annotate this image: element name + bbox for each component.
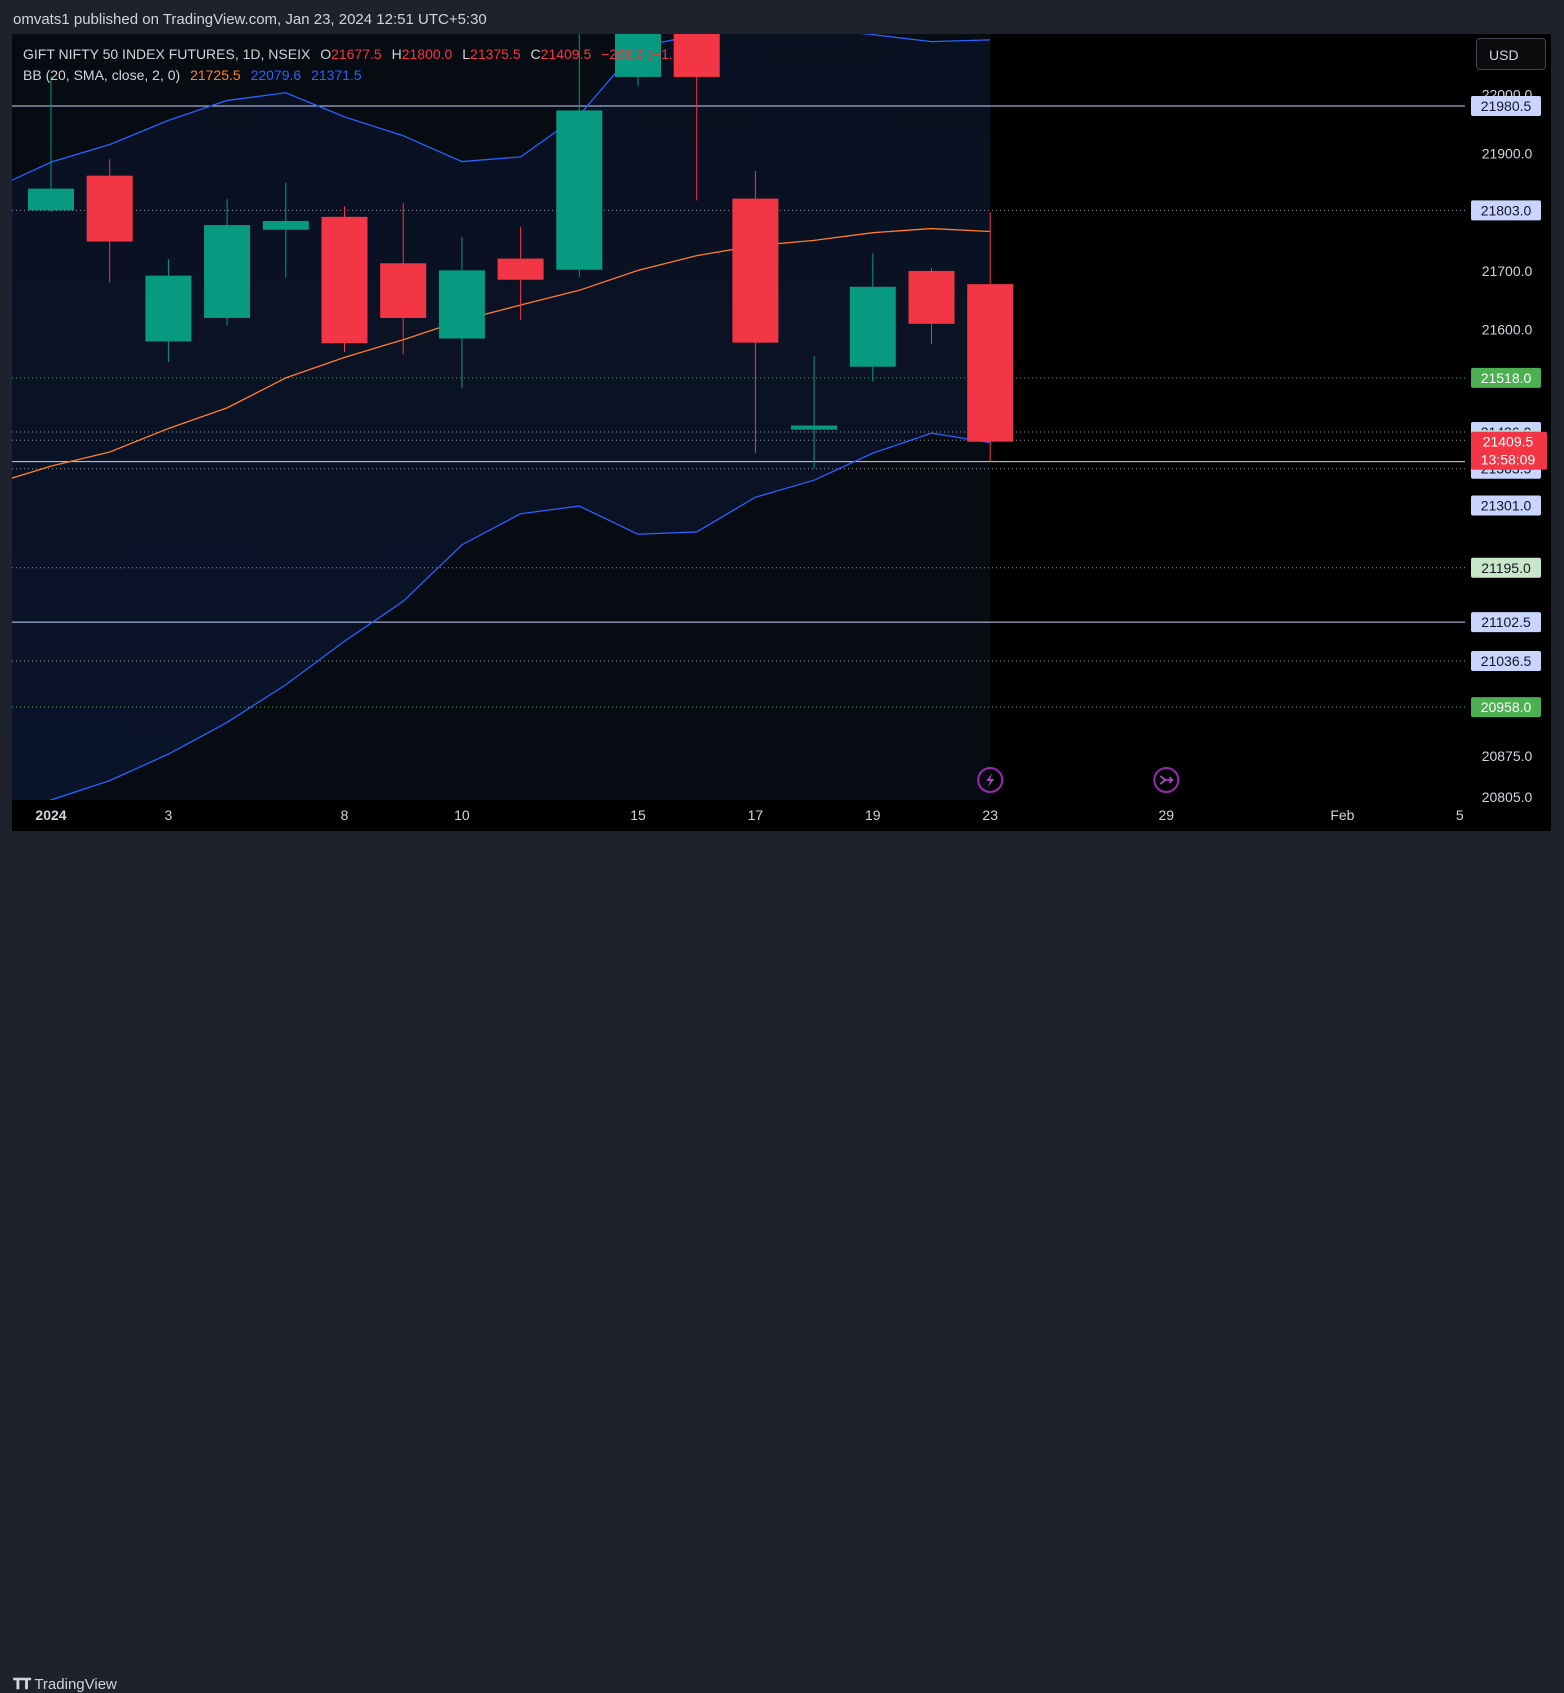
close-label: C bbox=[530, 46, 541, 62]
bar-countdown: 13:58:09 bbox=[1481, 452, 1536, 468]
currency-button[interactable]: USD bbox=[1476, 38, 1546, 70]
price-label-text: 21980.5 bbox=[1481, 98, 1532, 114]
price-label-text: 21036.5 bbox=[1481, 653, 1532, 669]
x-tick-label: 29 bbox=[1159, 807, 1175, 823]
price-chart[interactable]: 22000.021900.021700.021600.020875.020805… bbox=[0, 0, 1564, 876]
split-event-icon[interactable] bbox=[1153, 767, 1180, 793]
candle-body bbox=[380, 263, 427, 318]
chart-legend: GIFT NIFTY 50 INDEX FUTURES, 1D, NSEIX O… bbox=[23, 44, 705, 86]
x-tick-label: 8 bbox=[341, 807, 349, 823]
candle-body bbox=[145, 275, 192, 342]
symbol-name: GIFT NIFTY 50 INDEX FUTURES, 1D, NSEIX bbox=[23, 46, 311, 62]
high-value: 21800.0 bbox=[401, 46, 453, 62]
y-tick-label: 20875.0 bbox=[1482, 748, 1533, 764]
x-tick-label: 2024 bbox=[35, 807, 66, 823]
candle-body bbox=[967, 284, 1014, 442]
price-label-text: 21195.0 bbox=[1481, 560, 1531, 576]
candle[interactable] bbox=[321, 206, 368, 353]
x-tick-label: 3 bbox=[165, 807, 173, 823]
y-tick-label: 21600.0 bbox=[1482, 322, 1533, 338]
price-label: 21102.5 bbox=[1471, 612, 1541, 633]
bb-indicator-label: BB (20, SMA, close, 2, 0) bbox=[23, 67, 181, 83]
candle-body bbox=[791, 425, 838, 430]
split-glyph bbox=[1159, 775, 1174, 785]
y-tick-label: 21900.0 bbox=[1482, 145, 1533, 161]
legend-symbol-row: GIFT NIFTY 50 INDEX FUTURES, 1D, NSEIX O… bbox=[23, 44, 705, 65]
last-price-value: 21409.5 bbox=[1483, 434, 1534, 450]
price-label: 21036.5 bbox=[1471, 650, 1541, 671]
x-tick-label: 15 bbox=[630, 807, 646, 823]
price-label: 21301.0 bbox=[1471, 495, 1541, 516]
price-label-text: 21301.0 bbox=[1481, 497, 1532, 513]
candle-body bbox=[28, 188, 74, 211]
price-label-text: 21102.5 bbox=[1481, 614, 1531, 630]
price-label: 21518.0 bbox=[1471, 367, 1541, 388]
candle-body bbox=[849, 286, 896, 367]
candle-body bbox=[908, 270, 955, 324]
y-tick-label: 20805.0 bbox=[1482, 789, 1533, 805]
price-label: 21803.0 bbox=[1471, 200, 1541, 221]
candle-body bbox=[497, 258, 544, 280]
last-price-label: 21409.5 13:58:09 bbox=[1471, 431, 1547, 470]
x-tick-label: 23 bbox=[982, 807, 998, 823]
price-label: 21980.5 bbox=[1471, 96, 1541, 117]
x-tick-label: Feb bbox=[1330, 807, 1354, 823]
change-value: −268.0 (−1.24%) bbox=[601, 46, 706, 62]
open-value: 21677.5 bbox=[331, 46, 382, 62]
candle-body bbox=[262, 220, 309, 230]
tradingview-logo[interactable]: 𝐓𝐓 TradingView bbox=[13, 1676, 117, 1693]
low-label: L bbox=[462, 46, 471, 62]
footer-bar: 𝐓𝐓 TradingView bbox=[0, 831, 1564, 1693]
x-tick-label: 19 bbox=[865, 807, 881, 823]
price-label-text: 20958.0 bbox=[1481, 699, 1532, 715]
price-label: 21195.0 bbox=[1471, 557, 1541, 578]
price-label-text: 21803.0 bbox=[1481, 202, 1532, 218]
tradingview-logo-text: TradingView bbox=[34, 1676, 117, 1693]
y-tick-label: 21700.0 bbox=[1482, 263, 1533, 279]
x-tick-label: 10 bbox=[454, 807, 470, 823]
bb-lower-value: 21371.5 bbox=[311, 67, 362, 83]
tradingview-logo-icon: 𝐓𝐓 bbox=[13, 1676, 31, 1693]
candle-body bbox=[204, 225, 251, 318]
price-label-text: 21518.0 bbox=[1481, 370, 1532, 386]
x-tick-label: 5 bbox=[1456, 807, 1464, 823]
candle-body bbox=[438, 270, 485, 339]
close-value: 21409.5 bbox=[540, 46, 592, 62]
candle-body bbox=[556, 110, 603, 270]
bb-upper-value: 22079.6 bbox=[250, 67, 302, 83]
price-label: 20958.0 bbox=[1471, 697, 1541, 718]
bb-basis-value: 21725.5 bbox=[190, 67, 241, 83]
x-tick-label: 17 bbox=[748, 807, 764, 823]
legend-indicator-row: BB (20, SMA, close, 2, 0) 21725.5 22079.… bbox=[23, 65, 705, 86]
candle-body bbox=[321, 216, 368, 344]
candle-body bbox=[86, 175, 133, 242]
candle-body bbox=[732, 198, 779, 343]
high-label: H bbox=[391, 46, 402, 62]
open-label: O bbox=[320, 46, 332, 62]
low-value: 21375.5 bbox=[470, 46, 521, 62]
